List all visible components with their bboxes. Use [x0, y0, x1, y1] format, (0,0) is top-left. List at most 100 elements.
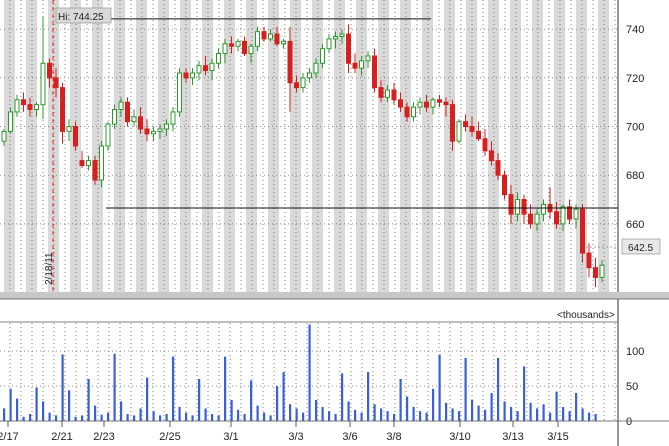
- volume-bar: [159, 415, 162, 421]
- volume-bar: [191, 415, 194, 421]
- session-shading-band: [180, 0, 191, 292]
- volume-bar: [29, 414, 32, 421]
- volume-bar: [341, 373, 344, 421]
- session-shading-band: [488, 0, 499, 292]
- session-shading-band: [312, 0, 323, 292]
- candle-down: [476, 130, 481, 140]
- candle-down: [391, 89, 397, 101]
- volume-bar: [185, 412, 188, 421]
- candle-up: [99, 145, 104, 181]
- session-shading-band: [26, 0, 37, 292]
- volume-bar: [289, 404, 292, 421]
- session-shading-band: [422, 0, 433, 292]
- candle-down: [73, 126, 78, 147]
- candle-up: [170, 111, 176, 125]
- volume-bar: [542, 404, 545, 421]
- candle-down: [229, 43, 234, 47]
- session-shading-band: [532, 0, 543, 292]
- x-axis-tick-label: 3/13: [502, 431, 523, 443]
- candle-down: [482, 138, 488, 152]
- volume-bar: [594, 414, 597, 421]
- volume-y-tick-label: 0: [626, 416, 632, 428]
- candle-up: [157, 128, 163, 132]
- volume-bar: [230, 400, 233, 421]
- session-shading-band: [378, 0, 389, 292]
- candle-up: [359, 60, 364, 69]
- candle-up: [307, 72, 312, 79]
- volume-bar: [302, 412, 305, 421]
- candle-down: [294, 82, 299, 89]
- volume-bar: [477, 405, 480, 421]
- volume-bar: [308, 324, 311, 421]
- candle-up: [541, 203, 546, 215]
- candle-up: [255, 31, 260, 47]
- volume-bar: [9, 388, 12, 421]
- panel-separator: [0, 292, 669, 299]
- candle-up: [326, 38, 332, 50]
- candle-up: [599, 264, 605, 278]
- candle-up: [8, 111, 13, 132]
- volume-bar: [497, 358, 500, 421]
- candle-down: [437, 99, 442, 103]
- candle-up: [515, 199, 520, 215]
- volume-y-tick-label: 50: [626, 381, 638, 393]
- volume-bar: [100, 414, 103, 421]
- candle-up: [14, 99, 20, 113]
- volume-bar: [347, 401, 350, 421]
- volume-bar: [152, 411, 155, 421]
- candle-up: [131, 116, 137, 123]
- volume-bar: [588, 412, 591, 421]
- session-shading-band: [356, 0, 367, 292]
- volume-bar: [419, 411, 422, 421]
- candle-down: [138, 116, 143, 130]
- volume-bar: [250, 380, 253, 421]
- x-axis-tick-label: 3/1: [223, 431, 238, 443]
- volume-bar: [529, 402, 532, 421]
- session-shading-band: [400, 0, 411, 292]
- volume-bar: [334, 414, 337, 421]
- candle-down: [567, 206, 572, 220]
- volume-bar: [81, 415, 84, 421]
- volume-bar: [126, 414, 129, 421]
- volume-bar: [549, 412, 552, 421]
- volume-bar: [503, 401, 506, 421]
- volume-bar: [393, 414, 396, 421]
- volume-bar: [263, 412, 266, 421]
- volume-bar: [237, 409, 240, 421]
- candle-up: [66, 126, 72, 132]
- session-shading-band: [598, 0, 609, 292]
- candle-up: [339, 33, 345, 37]
- candle-up: [86, 160, 91, 166]
- last-price-label: 642.5: [628, 243, 653, 254]
- volume-bar: [373, 404, 376, 421]
- candle-down: [495, 160, 501, 176]
- session-shading-band: [136, 0, 147, 292]
- volume-bar: [211, 414, 214, 421]
- volume-bar: [172, 356, 175, 421]
- candle-down: [183, 72, 189, 79]
- volume-bar: [425, 412, 428, 421]
- volume-bar: [380, 408, 383, 421]
- volume-bar: [536, 408, 539, 421]
- x-axis-tick-label: 3/10: [449, 431, 470, 443]
- volume-bar: [22, 416, 25, 421]
- candle-up: [456, 121, 462, 142]
- volume-y-tick-label: 100: [626, 346, 644, 358]
- volume-bar: [3, 408, 6, 421]
- stock-chart: 660 680 700 720 740 0 50 100 2/17 2/21 2/23 2/25 3…: [0, 0, 669, 446]
- x-axis-tick-label: 3/3: [288, 431, 303, 443]
- volume-bar: [139, 408, 142, 421]
- volume-bar: [224, 356, 227, 421]
- volume-bar: [399, 379, 402, 421]
- price-y-tick-label: 660: [626, 219, 644, 231]
- candle-down: [554, 211, 559, 225]
- candle-up: [281, 40, 286, 45]
- volume-bar: [74, 416, 77, 421]
- volume-bar: [146, 377, 149, 421]
- candle-down: [79, 160, 85, 166]
- candle-up: [34, 104, 39, 110]
- volume-bar: [295, 408, 298, 421]
- hi-label: Hi: 744.25: [58, 12, 104, 23]
- volume-bar: [510, 407, 513, 421]
- x-axis-tick-label: 3/8: [386, 431, 401, 443]
